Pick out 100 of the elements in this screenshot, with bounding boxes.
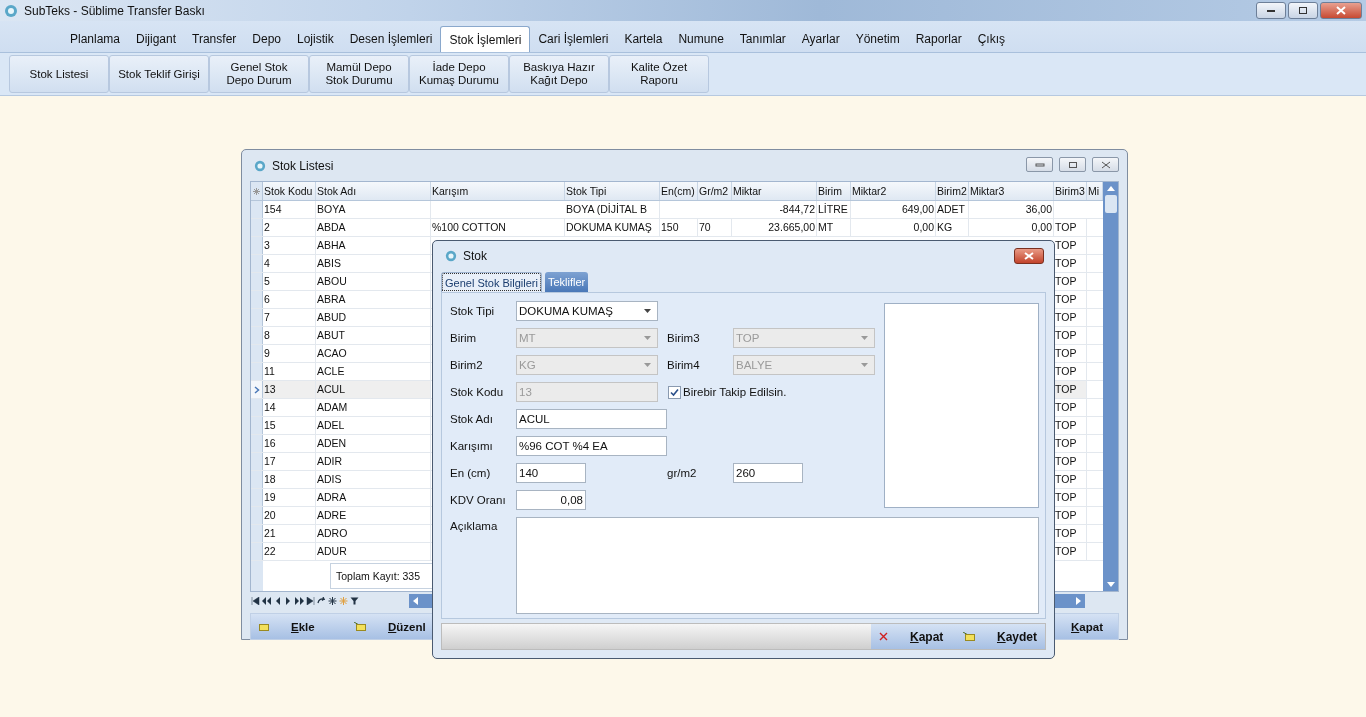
ribbon-button[interactable]: Mamül Depo Stok Durumu <box>309 55 409 93</box>
menu-tab[interactable]: Transfer <box>184 27 245 50</box>
ribbon-button[interactable]: Stok Teklif Girişi <box>109 55 209 93</box>
scrollbar-thumb[interactable] <box>1104 195 1117 213</box>
column-header[interactable]: Karışım <box>431 182 565 200</box>
field-label: Birim3 <box>667 332 701 344</box>
column-header[interactable]: Birim3 <box>1054 182 1087 200</box>
scroll-right-icon[interactable] <box>1076 597 1081 605</box>
app-icon <box>254 159 266 172</box>
table-cell: ABUD <box>316 309 431 326</box>
column-header[interactable]: Birim2 <box>936 182 969 200</box>
field-label: En (cm) <box>450 467 492 479</box>
menu-tab[interactable]: Depo <box>244 27 289 50</box>
menu-tab[interactable]: Ayarlar <box>793 27 848 50</box>
ribbon-button[interactable]: Kalite Özet Raporu <box>609 55 709 93</box>
menu-tab[interactable]: Tanımlar <box>731 27 794 50</box>
ribbon-button[interactable]: Genel Stok Depo Durum <box>209 55 309 93</box>
column-header[interactable]: Gr/m2 <box>698 182 732 200</box>
menu-tab[interactable]: Planlama <box>62 27 129 50</box>
row-pointer-icon <box>253 385 260 394</box>
table-cell: BOYA <box>316 201 431 218</box>
table-cell: ADIS <box>316 471 431 488</box>
column-header[interactable]: Stok Kodu <box>263 182 316 200</box>
field-label: Birim4 <box>667 359 701 371</box>
table-cell: 7 <box>263 309 316 326</box>
next-icon[interactable] <box>284 597 293 605</box>
image-box[interactable] <box>884 303 1039 508</box>
table-cell: ABDA <box>316 219 431 236</box>
table-cell: 9 <box>263 345 316 362</box>
ribbon-button[interactable]: Stok Listesi <box>9 55 109 93</box>
close-button[interactable] <box>1320 2 1362 19</box>
table-cell: 36,00 <box>969 201 1054 218</box>
input-field[interactable]: 0,08 <box>516 490 586 510</box>
scroll-down-icon[interactable] <box>1106 582 1115 587</box>
close-icon <box>879 632 888 641</box>
table-cell: ADIR <box>316 453 431 470</box>
menu-tab[interactable]: Dijigant <box>128 27 185 50</box>
next-page-icon[interactable] <box>295 597 304 605</box>
app-icon <box>445 250 457 262</box>
table-cell: ADRO <box>316 525 431 542</box>
close-button[interactable]: Kapat <box>877 624 961 649</box>
menu-tab[interactable]: Raporlar <box>907 27 970 50</box>
dropdown[interactable]: DOKUMA KUMAŞ <box>516 301 658 321</box>
scroll-up-icon[interactable] <box>1106 186 1115 191</box>
input-field[interactable]: ACUL <box>516 409 667 429</box>
check-icon <box>670 387 679 397</box>
maximize-button[interactable] <box>1288 2 1318 19</box>
menu-tab[interactable]: Lojistik <box>289 27 342 50</box>
asterisk-icon <box>253 187 260 195</box>
prev-page-icon[interactable] <box>262 597 271 605</box>
table-cell: 4 <box>263 255 316 272</box>
table-cell: BOYA (DİJİTAL B <box>565 201 660 218</box>
close-button[interactable] <box>1014 248 1044 264</box>
input-field[interactable]: 140 <box>516 463 586 483</box>
table-cell: 18 <box>263 471 316 488</box>
add-button[interactable]: Ekle <box>251 614 346 639</box>
table-cell: 154 <box>263 201 316 218</box>
menu-tab[interactable]: Çıkış <box>969 27 1014 50</box>
menu-tab[interactable]: Desen İşlemleri <box>341 27 441 50</box>
menu-tab[interactable]: Kartela <box>616 27 671 50</box>
table-cell: ADAM <box>316 399 431 416</box>
menu-tab[interactable]: Yönetim <box>847 27 908 50</box>
input-field[interactable]: %96 COT %4 EA <box>516 436 667 456</box>
undo-icon[interactable] <box>317 597 326 605</box>
table-cell: ABUT <box>316 327 431 344</box>
last-icon[interactable] <box>306 597 315 605</box>
dropdown-arrow-icon <box>644 309 651 313</box>
column-header[interactable]: Miktar3 <box>969 182 1054 200</box>
scroll-left-icon[interactable] <box>413 597 418 605</box>
checkbox[interactable]: Birebir Takip Edilsin. <box>668 385 787 399</box>
field-label: KDV Oranı <box>450 494 507 506</box>
close-button[interactable]: Kapat <box>1063 614 1118 639</box>
table-cell: -844,72 <box>732 201 817 218</box>
column-header[interactable]: En(cm) <box>660 182 698 200</box>
column-header[interactable]: Miktar <box>732 182 817 200</box>
tab[interactable]: Genel Stok Bilgileri <box>441 272 542 292</box>
menu-tab[interactable]: Cari İşlemleri <box>530 27 617 50</box>
table-cell: 70 <box>698 219 732 236</box>
ribbon-button[interactable]: İade Depo Kumaş Durumu <box>409 55 509 93</box>
filter-icon[interactable] <box>350 597 359 605</box>
first-icon[interactable] <box>251 597 260 605</box>
column-header[interactable]: Birim <box>817 182 851 200</box>
table-cell: TOP <box>1054 381 1087 398</box>
folder-icon <box>259 622 269 631</box>
input-field[interactable]: 260 <box>733 463 803 483</box>
column-header[interactable]: Stok Adı <box>316 182 431 200</box>
column-header[interactable]: Stok Tipi <box>565 182 660 200</box>
text-area[interactable] <box>516 517 1039 614</box>
edit-button[interactable]: Düzenl <box>346 614 441 639</box>
menu-tab[interactable]: Numune <box>670 27 732 50</box>
restore-button[interactable] <box>1059 157 1086 172</box>
table-cell: 19 <box>263 489 316 506</box>
column-header[interactable]: Miktar2 <box>851 182 936 200</box>
vertical-scrollbar[interactable] <box>1103 182 1118 591</box>
minimize-button[interactable] <box>1256 2 1286 19</box>
save-button[interactable]: Kaydet <box>961 624 1045 649</box>
row-indicator[interactable] <box>251 381 263 398</box>
ribbon-button[interactable]: Baskıya Hazır Kağıt Depo <box>509 55 609 93</box>
menu-tab[interactable]: Stok İşlemleri <box>440 26 531 52</box>
table-cell: 22 <box>263 543 316 560</box>
